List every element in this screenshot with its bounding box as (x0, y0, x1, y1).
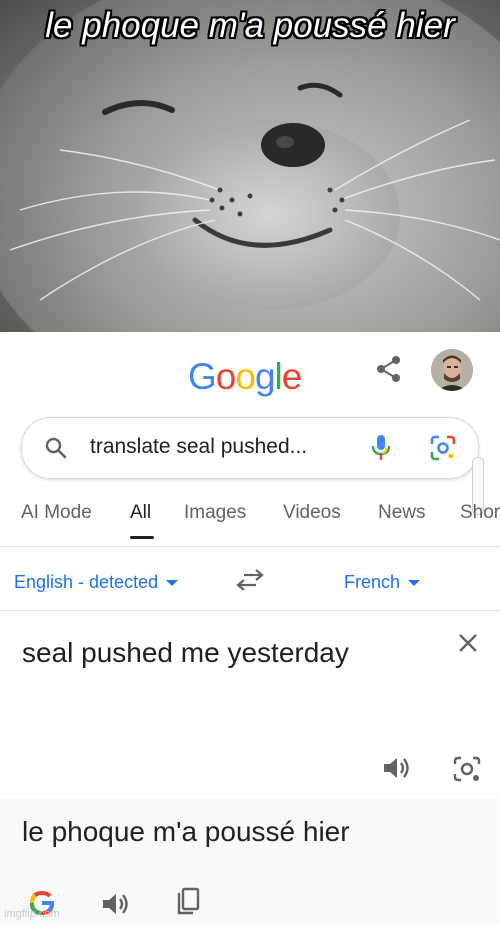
search-tabs: AI Mode All Images Videos News Shor (0, 502, 500, 546)
meme-caption: le phoque m'a poussé hier (45, 6, 455, 45)
chevron-down-icon (408, 580, 421, 587)
search-icon (45, 437, 67, 459)
logo-letter: l (274, 356, 283, 397)
speaker-icon[interactable] (100, 889, 130, 919)
divider (0, 546, 500, 547)
google-lens-icon[interactable] (430, 435, 456, 461)
microphone-icon[interactable] (370, 434, 392, 462)
seal-face-illustration (0, 0, 500, 332)
translation-result-text: le phoque m'a poussé hier (22, 816, 350, 847)
source-text-input[interactable]: seal pushed me yesterday (22, 630, 422, 676)
watermark: imgflip.com (4, 908, 60, 920)
avatar-portrait-icon (431, 349, 473, 391)
target-language-label: French (344, 572, 401, 592)
logo-letter: e (281, 356, 303, 397)
close-icon[interactable] (457, 632, 479, 654)
speaker-icon[interactable] (381, 753, 411, 783)
tab-news[interactable]: News (378, 502, 426, 524)
seal-photo: le phoque m'a poussé hier (0, 0, 500, 332)
tab-ai-mode[interactable]: AI Mode (21, 502, 92, 524)
logo-letter: G (188, 356, 217, 397)
active-tab-indicator (130, 536, 154, 539)
share-icon[interactable] (374, 354, 404, 384)
copy-icon[interactable] (175, 887, 201, 917)
search-bar[interactable]: translate seal pushed... (21, 417, 479, 479)
source-language-label: English - detected (14, 572, 159, 592)
camera-translate-icon[interactable] (452, 754, 482, 784)
logo-letter: o (215, 356, 237, 397)
divider (0, 610, 500, 611)
source-language-select[interactable]: English - detected (14, 572, 179, 593)
tab-all[interactable]: All (130, 502, 151, 524)
swap-languages-icon[interactable] (236, 569, 264, 591)
tab-images[interactable]: Images (184, 502, 246, 524)
logo-letter: o (235, 356, 256, 397)
avatar[interactable] (431, 349, 473, 391)
tab-shorts[interactable]: Shor (460, 502, 500, 524)
search-input[interactable]: translate seal pushed... (90, 435, 307, 459)
logo-letter: g (254, 356, 276, 397)
chevron-down-icon (166, 580, 179, 587)
target-language-select[interactable]: French (344, 572, 421, 593)
tab-videos[interactable]: Videos (283, 502, 341, 524)
google-search-card: Google translate seal pushed... AI Mode … (0, 332, 500, 925)
google-logo[interactable]: Google (188, 356, 303, 398)
